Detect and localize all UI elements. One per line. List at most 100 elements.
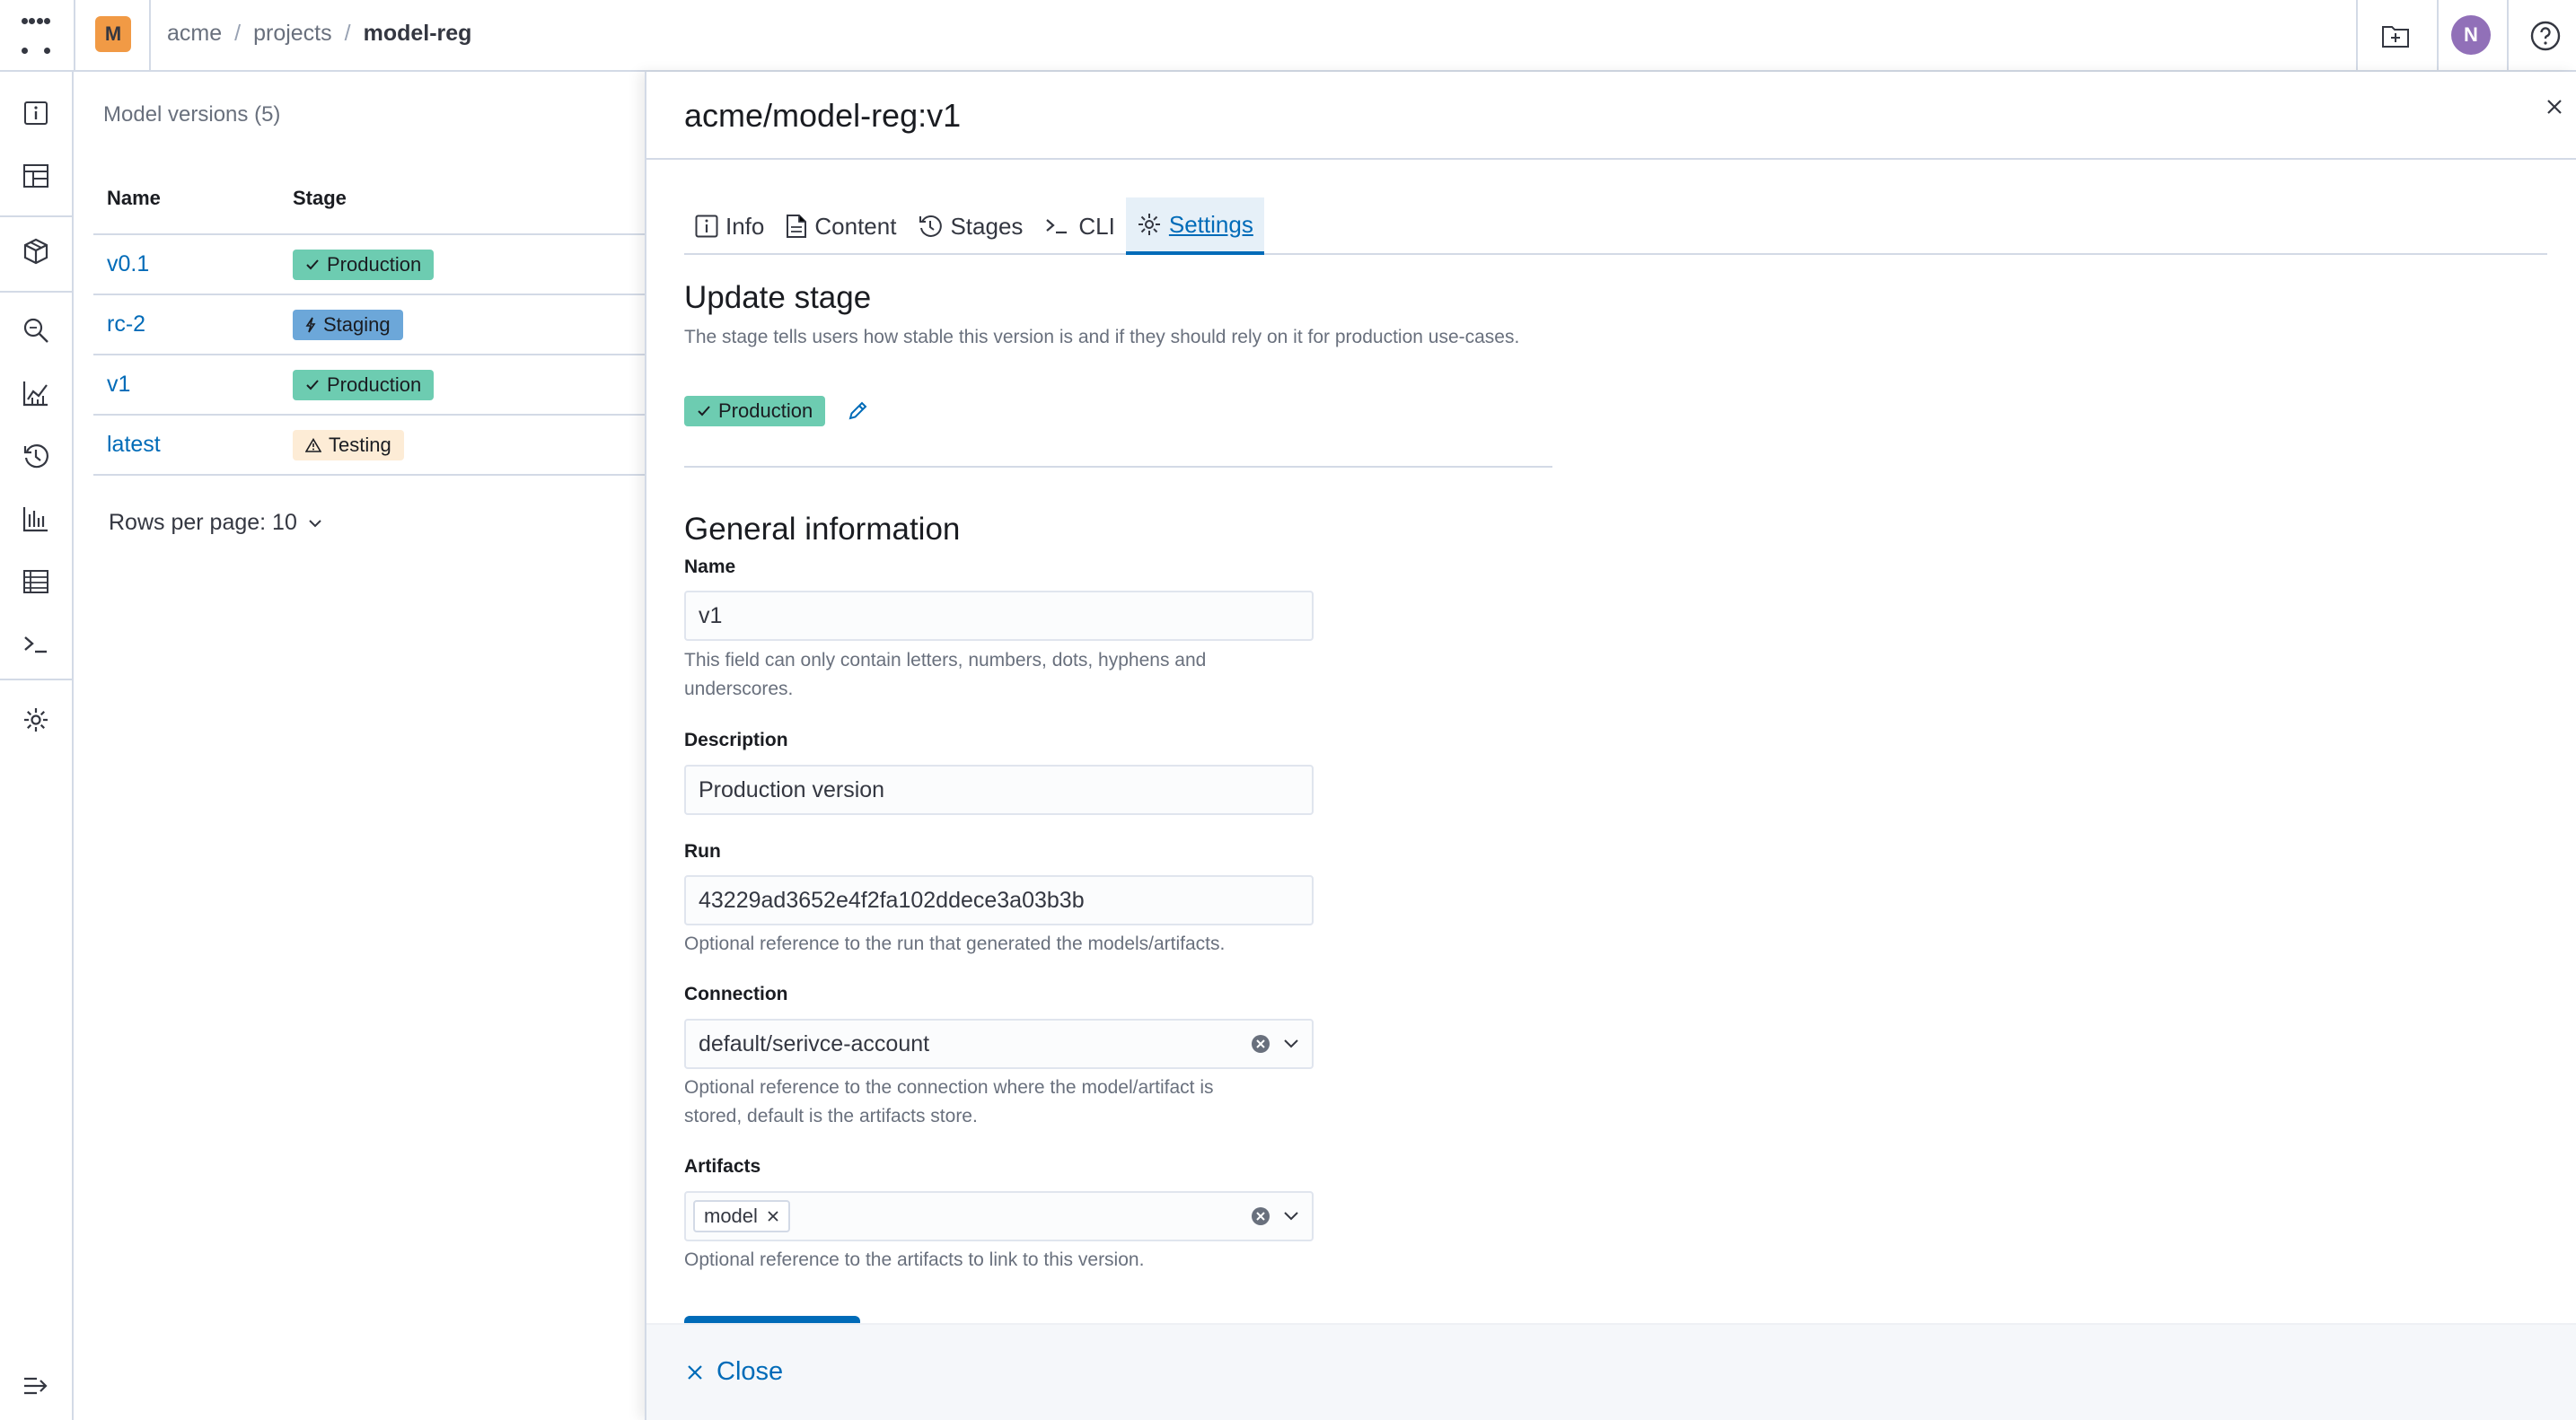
- current-stage-badge: Production: [684, 396, 826, 426]
- settings-icon[interactable]: [18, 702, 54, 738]
- divider: [0, 215, 72, 217]
- table-row[interactable]: v1 Production: [93, 355, 646, 416]
- flyout-header: acme/model-reg:v1: [646, 72, 2576, 160]
- chevron-down-icon: [309, 519, 321, 527]
- name-help-line-1: This field can only contain letters, num…: [684, 650, 1207, 671]
- check-icon: [698, 406, 710, 416]
- bar-chart-icon[interactable]: [18, 501, 54, 537]
- current-stage-row: Production: [684, 396, 868, 426]
- version-flyout: acme/model-reg:v1 Info Content Stages CL…: [645, 72, 2576, 1420]
- version-link[interactable]: rc-2: [93, 311, 293, 337]
- divider: [74, 0, 75, 72]
- artifacts-label: Artifacts: [684, 1156, 761, 1177]
- expand-nav-icon[interactable]: [18, 1368, 54, 1404]
- terminal-icon: [1046, 219, 1068, 234]
- tab-info[interactable]: Info: [684, 197, 775, 255]
- tab-content[interactable]: Content: [775, 197, 907, 255]
- breadcrumb-acme[interactable]: acme: [167, 21, 222, 47]
- remove-icon[interactable]: [767, 1210, 779, 1223]
- close-icon[interactable]: [2539, 92, 2570, 122]
- footer-close-label: Close: [717, 1357, 784, 1386]
- name-value: v1: [699, 602, 723, 628]
- tab-label: Stages: [950, 212, 1024, 240]
- name-input[interactable]: v1: [684, 591, 1314, 641]
- apps-menu-icon[interactable]: [22, 18, 50, 54]
- update-stage-heading: Update stage: [684, 280, 872, 315]
- connection-help-line-1: Optional reference to the connection whe…: [684, 1077, 1214, 1098]
- versions-table: Name Stage v0.1 Production rc-2 Staging …: [93, 187, 646, 476]
- tab-stages[interactable]: Stages: [907, 197, 1033, 255]
- divider: [149, 0, 151, 72]
- general-information-heading: General information: [684, 512, 961, 547]
- chevron-down-icon[interactable]: [1283, 1211, 1299, 1222]
- check-icon: [306, 379, 319, 390]
- table-icon[interactable]: [18, 564, 54, 600]
- table-row[interactable]: v0.1 Production: [93, 235, 646, 295]
- org-logo[interactable]: M: [95, 16, 131, 52]
- flyout-footer: Close: [646, 1323, 2576, 1420]
- artifacts-select[interactable]: model: [684, 1191, 1314, 1241]
- new-folder-icon[interactable]: [2378, 18, 2413, 54]
- connection-value: default/serivce-account: [699, 1030, 930, 1056]
- info-icon[interactable]: [18, 95, 54, 131]
- list-title: Model versions (5): [103, 102, 281, 127]
- column-stage-header[interactable]: Stage: [293, 187, 646, 210]
- breadcrumb-separator: /: [344, 20, 351, 46]
- version-link[interactable]: v1: [93, 372, 293, 398]
- artifact-chip-label: model: [704, 1205, 758, 1227]
- stage-label: Production: [718, 399, 813, 422]
- table-row[interactable]: latest Testing: [93, 416, 646, 476]
- divider: [2356, 0, 2358, 72]
- close-icon: [688, 1364, 702, 1380]
- dashboard-icon[interactable]: [18, 158, 54, 194]
- update-stage-help: The stage tells users how stable this ve…: [684, 327, 1520, 347]
- terminal-icon[interactable]: [18, 627, 54, 662]
- run-input[interactable]: 43229ad3652e4f2fa102ddece3a03b3b: [684, 875, 1314, 925]
- footer-close-button[interactable]: Close: [686, 1357, 783, 1387]
- version-link[interactable]: v0.1: [93, 251, 293, 277]
- tab-cli[interactable]: CLI: [1033, 197, 1125, 255]
- stage-badge: Testing: [293, 429, 404, 460]
- breadcrumb: acme / projects / model-reg: [167, 18, 471, 48]
- pencil-icon[interactable]: [847, 400, 868, 422]
- artifacts-help: Optional reference to the artifacts to l…: [684, 1249, 1145, 1270]
- tab-label: Info: [725, 212, 765, 240]
- history-icon[interactable]: [18, 438, 54, 474]
- tab-label: Settings: [1168, 210, 1253, 238]
- flyout-tabs: Info Content Stages CLI Settings: [684, 197, 2547, 255]
- version-link[interactable]: latest: [93, 432, 293, 458]
- breadcrumb-model-reg[interactable]: model-reg: [364, 21, 472, 47]
- rows-per-page-label: Rows per page: 10: [109, 510, 297, 535]
- model-registry-icon[interactable]: [18, 233, 54, 269]
- table-row[interactable]: rc-2 Staging: [93, 295, 646, 355]
- user-avatar[interactable]: N: [2451, 15, 2491, 55]
- info-icon: [695, 215, 718, 238]
- section-divider: [684, 466, 1552, 468]
- divider: [2507, 0, 2509, 72]
- stage-label: Staging: [323, 312, 391, 336]
- bolt-icon: [305, 317, 316, 332]
- clear-icon[interactable]: [1251, 1034, 1270, 1054]
- rows-per-page-select[interactable]: Rows per page: 10: [109, 510, 322, 536]
- name-label: Name: [684, 557, 736, 577]
- connection-help-line-2: stored, default is the artifacts store.: [684, 1106, 978, 1126]
- left-nav: [0, 72, 74, 1420]
- stage-badge: Production: [293, 249, 435, 280]
- stage-label: Production: [327, 373, 422, 396]
- divider: [0, 291, 72, 293]
- clear-icon[interactable]: [1251, 1206, 1270, 1226]
- stage-badge: Production: [293, 369, 435, 400]
- tab-label: CLI: [1078, 212, 1115, 240]
- chevron-down-icon[interactable]: [1283, 1039, 1299, 1049]
- help-icon[interactable]: [2528, 18, 2563, 54]
- top-bar: M acme / projects / model-reg N: [0, 0, 2576, 72]
- breadcrumb-projects[interactable]: projects: [253, 21, 332, 47]
- search-icon[interactable]: [18, 312, 54, 348]
- connection-select[interactable]: default/serivce-account: [684, 1019, 1314, 1069]
- versions-list-panel: Model versions (5) Name Stage v0.1 Produ…: [75, 74, 646, 1420]
- tab-settings[interactable]: Settings: [1125, 197, 1264, 255]
- analytics-icon[interactable]: [18, 375, 54, 411]
- description-input[interactable]: Production version: [684, 765, 1314, 815]
- stage-badge: Staging: [293, 309, 403, 340]
- column-name-header[interactable]: Name: [93, 187, 293, 210]
